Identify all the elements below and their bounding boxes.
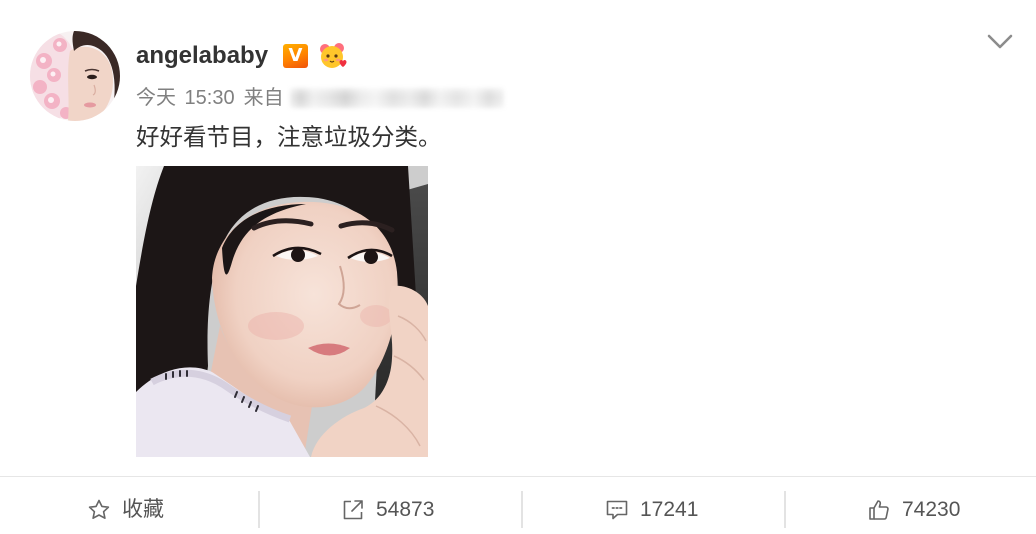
comment-button[interactable]: 17241 (605, 496, 698, 524)
favorite-label: 收藏 (122, 498, 164, 521)
post-time[interactable]: 今天 15:30 (136, 86, 235, 110)
post-source-blurred[interactable] (290, 88, 504, 108)
action-divider (258, 491, 260, 528)
share-button[interactable]: 54873 (341, 496, 434, 524)
share-icon (341, 498, 365, 522)
action-divider (521, 491, 523, 528)
star-icon (87, 498, 111, 522)
comment-icon (605, 498, 629, 522)
post-source-label: 来自 (243, 87, 284, 109)
author-name[interactable]: angelababy (136, 42, 268, 70)
author-avatar[interactable] (30, 31, 120, 121)
post-photo[interactable] (136, 166, 428, 457)
like-icon (867, 498, 891, 522)
action-divider (784, 491, 786, 528)
verified-badge-icon: V (283, 44, 308, 68)
action-bar-top-border (0, 476, 1036, 477)
favorite-button[interactable]: 收藏 (87, 496, 164, 524)
chevron-down-icon[interactable] (986, 33, 1014, 51)
post-meta: 今天 15:30 来自 (136, 86, 284, 110)
share-count: 54873 (376, 498, 435, 521)
post-text: 好好看节目，注意垃圾分类。 (136, 124, 442, 150)
member-badge-icon[interactable] (318, 42, 348, 70)
like-button[interactable]: 74230 (867, 496, 960, 524)
like-count: 74230 (902, 498, 961, 521)
comment-count: 17241 (640, 498, 699, 521)
